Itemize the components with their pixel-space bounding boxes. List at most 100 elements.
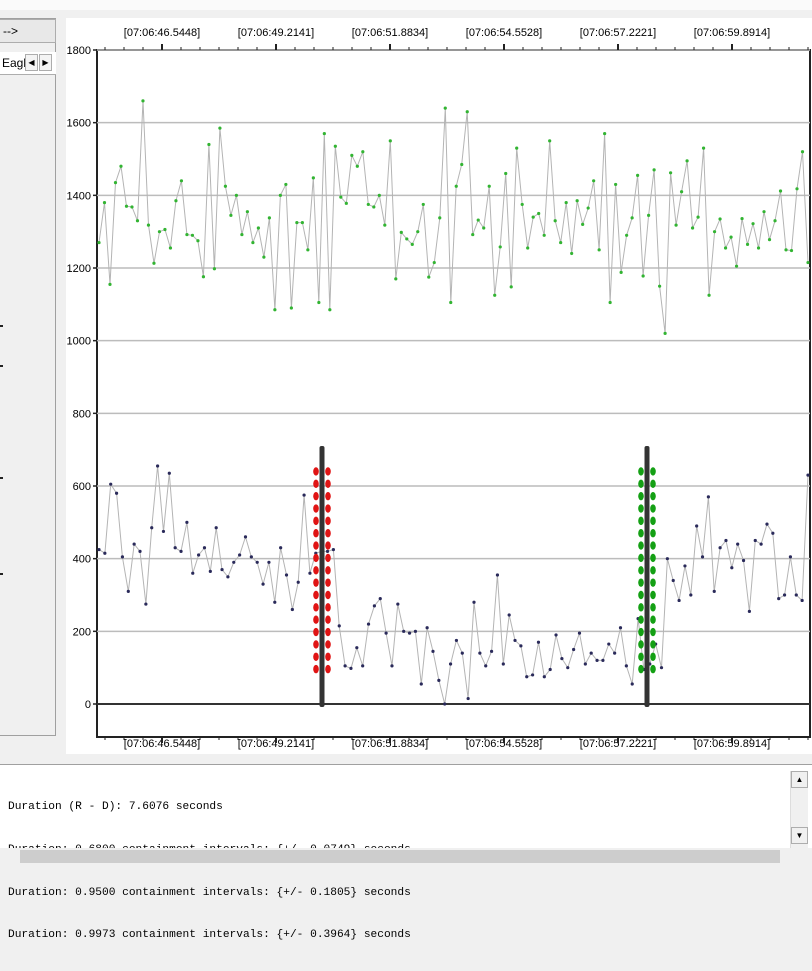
upper-point	[548, 139, 552, 143]
upper-point	[756, 246, 761, 250]
upper-point	[388, 139, 392, 143]
r-marker-dot	[325, 529, 331, 538]
upper-point	[723, 246, 728, 250]
lower-point	[220, 567, 224, 572]
scroll-up-icon[interactable]: ▲	[791, 771, 808, 788]
upper-point	[350, 153, 354, 157]
scroll-thumb[interactable]	[20, 850, 780, 863]
lower-point	[765, 522, 769, 526]
lower-point	[308, 571, 312, 575]
lower-point	[572, 647, 576, 652]
d-marker-cursor	[644, 446, 650, 707]
upper-point	[537, 211, 541, 216]
d-marker-dot	[638, 578, 644, 587]
left-panel	[0, 18, 56, 736]
d-marker-dot	[638, 504, 644, 513]
r-marker-dot	[313, 590, 319, 600]
lower-point	[577, 631, 582, 635]
d-marker-dot	[638, 603, 644, 612]
upper-point	[784, 248, 788, 252]
lower-point	[589, 651, 593, 655]
y-tick-label: 1000	[67, 336, 91, 348]
d-marker-dot	[638, 529, 644, 538]
lower-point	[777, 597, 781, 601]
upper-point	[190, 233, 195, 237]
upper-point	[289, 306, 293, 310]
upper-point	[608, 300, 612, 305]
lower-point	[495, 573, 500, 577]
upper-point	[471, 232, 475, 237]
arrow-button[interactable]: -->	[0, 19, 56, 43]
r-marker-dot	[313, 627, 319, 637]
d-marker-dot	[650, 491, 656, 501]
lower-point	[712, 589, 716, 593]
upper-point	[696, 215, 700, 219]
r-marker-dot	[313, 479, 319, 489]
panel-mark	[0, 325, 3, 327]
upper-point	[597, 248, 601, 252]
r-marker-dot	[325, 590, 331, 600]
lower-point	[806, 473, 810, 477]
d-marker-dot	[650, 479, 656, 489]
lower-point	[489, 649, 494, 653]
r-marker-dot	[325, 553, 331, 563]
scroll-down-icon[interactable]: ▼	[791, 827, 808, 844]
lower-point	[355, 646, 359, 650]
d-marker-dot	[650, 553, 656, 563]
tab-label[interactable]: Eagl	[2, 56, 26, 70]
lower-point	[525, 675, 529, 679]
r-marker-dot	[325, 603, 331, 612]
upper-point	[729, 235, 733, 239]
upper-point	[432, 260, 436, 265]
d-marker-dot	[650, 652, 656, 661]
upper-point	[603, 131, 607, 136]
tab-scroll-left-icon[interactable]: ◀	[25, 54, 38, 71]
output-horizontal-scrollbar[interactable]	[0, 848, 812, 865]
lower-point	[249, 555, 253, 559]
lower-point	[243, 535, 248, 539]
d-marker-dot	[650, 529, 656, 538]
lower-point	[425, 626, 429, 630]
r-marker-dot	[313, 566, 319, 575]
upper-point	[789, 248, 794, 253]
upper-point	[179, 179, 184, 183]
upper-point	[690, 226, 695, 230]
r-marker-dot	[313, 615, 319, 624]
upper-point	[141, 99, 145, 103]
output-vertical-scrollbar[interactable]: ▲ ▼	[790, 771, 808, 849]
upper-point	[163, 227, 167, 232]
d-marker-dot	[638, 652, 644, 661]
lower-point	[290, 607, 294, 612]
lower-point	[583, 662, 587, 666]
r-marker-dot	[325, 615, 331, 624]
lower-point	[618, 626, 623, 630]
upper-point	[773, 219, 777, 223]
upper-point	[113, 181, 118, 185]
chart-svg[interactable]: 0 200 400 600 800 1000 1200 1400 1600 1800 [07:06:…	[66, 18, 812, 754]
lower-point	[296, 580, 300, 584]
lower-point	[507, 613, 511, 617]
lower-point	[161, 529, 166, 534]
d-marker-dot	[638, 627, 644, 637]
d-marker-dot	[638, 516, 644, 526]
upper-point	[157, 230, 162, 234]
lower-point	[208, 569, 212, 573]
lower-point	[390, 664, 394, 668]
upper-point	[515, 146, 519, 150]
upper-point	[306, 248, 310, 252]
upper-point	[135, 219, 140, 223]
lower-point	[782, 593, 787, 597]
lower-point	[601, 658, 605, 663]
upper-point	[520, 202, 524, 207]
d-marker-dot	[650, 590, 656, 600]
panel-mark	[0, 477, 3, 479]
tab-scroll-right-icon[interactable]: ▶	[39, 54, 52, 71]
x-tick-label-top: [07:06:54.5528]	[466, 27, 542, 39]
lower-point	[413, 629, 418, 633]
lower-point	[97, 547, 101, 552]
lower-point	[366, 622, 371, 626]
lower-point	[407, 631, 412, 635]
lower-point	[566, 666, 570, 670]
upper-point	[399, 230, 403, 234]
lower-point	[472, 600, 476, 604]
